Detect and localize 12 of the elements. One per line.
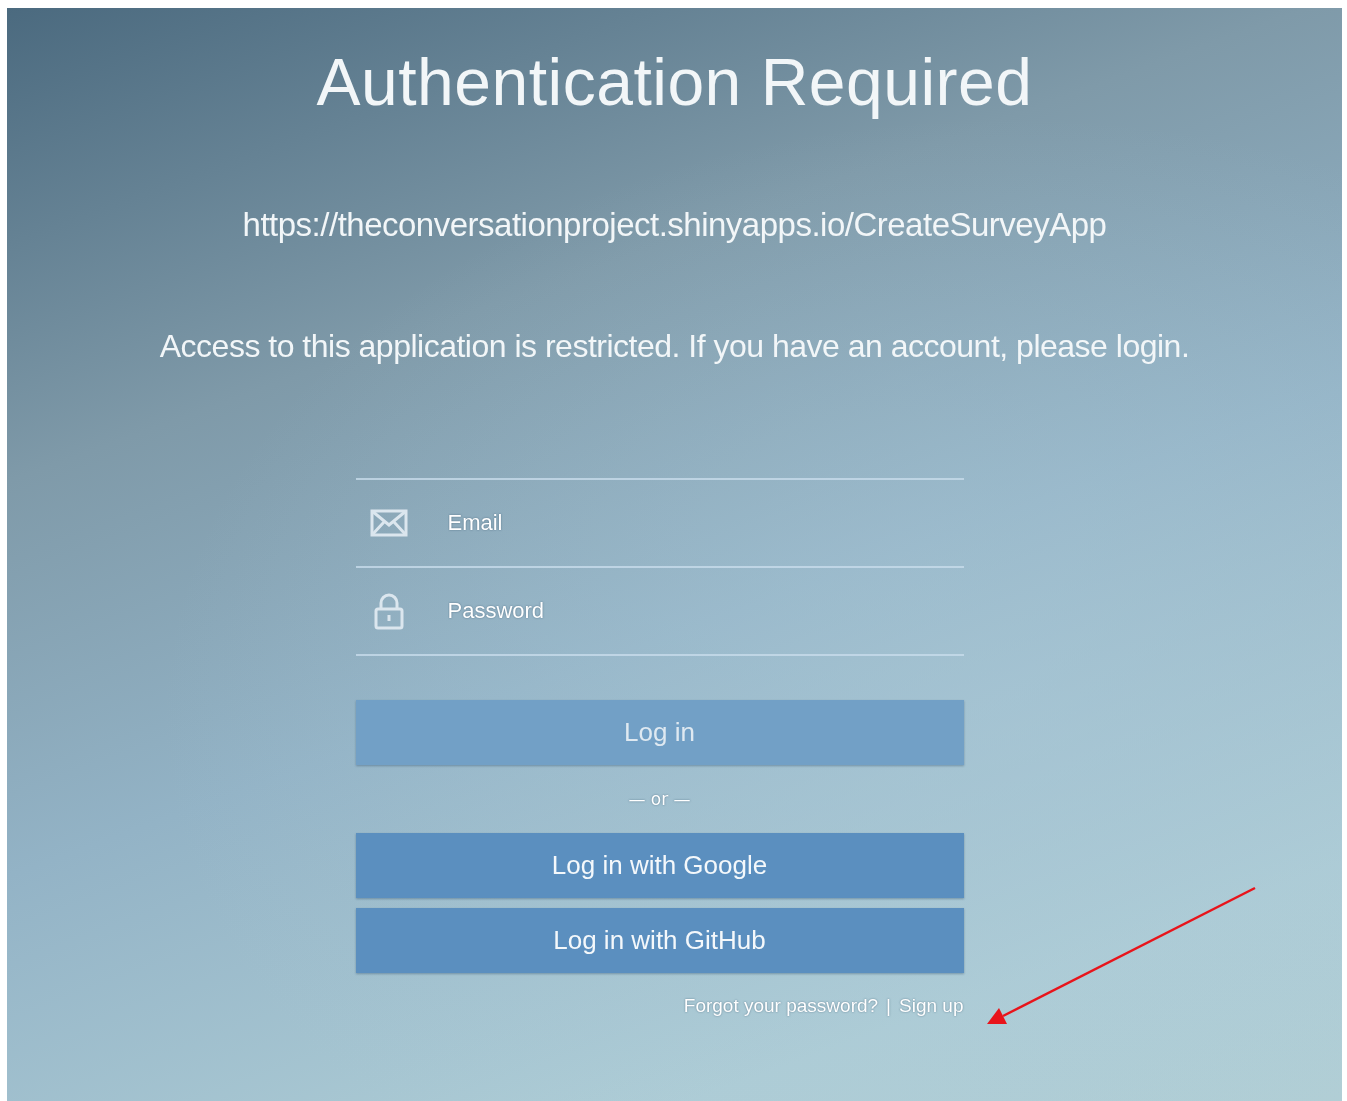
or-separator: — or —: [628, 789, 691, 809]
access-message: Access to this application is restricted. If you have an account, please login.: [159, 328, 1190, 365]
sign-up-link[interactable]: Sign up: [899, 995, 964, 1017]
link-separator: |: [886, 995, 892, 1017]
envelope-icon: [369, 508, 408, 538]
provider-login-button[interactable]: Log in with Google: [355, 833, 964, 898]
password-field[interactable]: Password: [445, 597, 964, 625]
provider-login-button[interactable]: Log in with GitHub: [355, 908, 964, 973]
page-title: Authentication Required: [316, 44, 1033, 120]
forgot-password-link[interactable]: Forgot your password?: [683, 995, 879, 1017]
email-field[interactable]: Email: [445, 509, 964, 537]
app-url: https://theconversationproject.shinyapps.io/CreateSurveyApp: [242, 206, 1107, 244]
